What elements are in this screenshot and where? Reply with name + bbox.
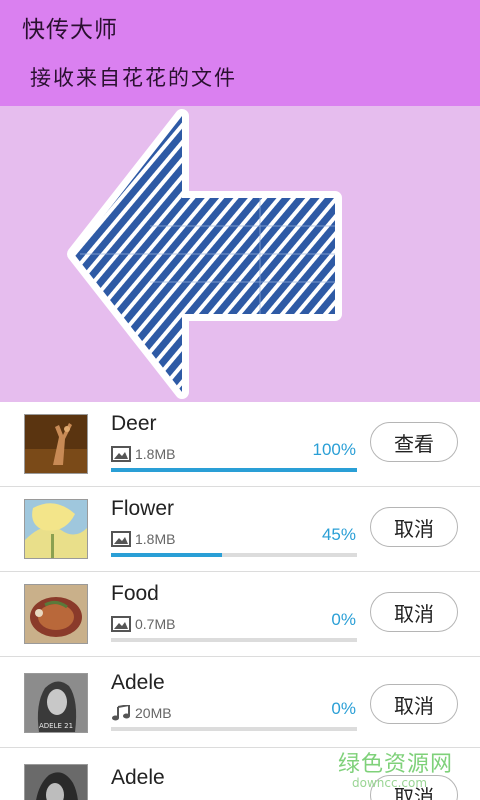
cancel-button[interactable]: 取消 [370, 507, 458, 547]
progress-percent: 45% [321, 525, 356, 544]
cancel-button[interactable]: 取消 [370, 684, 458, 724]
watermark: 绿色资源网 downcc.com [338, 746, 468, 796]
file-name: Adele [111, 766, 165, 789]
header: 快传大师 接收来自花花的文件 [0, 0, 480, 106]
file-name: Deer [111, 412, 157, 435]
transfer-subtitle: 接收来自花花的文件 [30, 66, 237, 90]
progress-bar [111, 553, 357, 557]
file-row: Deer 1.8MB 100% 查看 [0, 402, 480, 487]
watermark-main: 绿色资源网 [338, 752, 454, 777]
file-thumbnail-food [24, 584, 88, 644]
progress-bar [111, 638, 357, 642]
file-thumbnail-flower [24, 499, 88, 559]
file-name: Adele [111, 671, 165, 694]
file-list: Deer 1.8MB 100% 查看 Flower 1.8MB 45% 取消 F… [0, 402, 480, 800]
progress-bar [111, 468, 357, 472]
file-thumbnail-deer [24, 414, 88, 474]
progress-percent: 0% [331, 699, 356, 718]
banner [0, 106, 480, 402]
progress-percent: 100% [312, 440, 356, 459]
file-row: ADELE 21 Adele 20MB 0% 取消 [0, 657, 480, 748]
progress-percent: 0% [331, 610, 356, 629]
file-name: Food [111, 582, 159, 605]
file-row: Flower 1.8MB 45% 取消 [0, 487, 480, 572]
big-left-arrow-icon [67, 109, 342, 399]
watermark-url: downcc.com [352, 776, 428, 790]
app-title: 快传大师 [22, 17, 118, 43]
file-thumbnail-adele [24, 764, 88, 800]
progress-fill [111, 468, 357, 472]
svg-text:ADELE 21: ADELE 21 [39, 722, 73, 730]
cancel-button[interactable]: 取消 [370, 592, 458, 632]
progress-fill [111, 553, 222, 557]
progress-bar [111, 727, 357, 731]
file-name: Flower [111, 497, 175, 520]
file-row: Food 0.7MB 0% 取消 [0, 572, 480, 657]
view-button[interactable]: 查看 [370, 422, 458, 462]
file-thumbnail-adele: ADELE 21 [24, 673, 88, 733]
